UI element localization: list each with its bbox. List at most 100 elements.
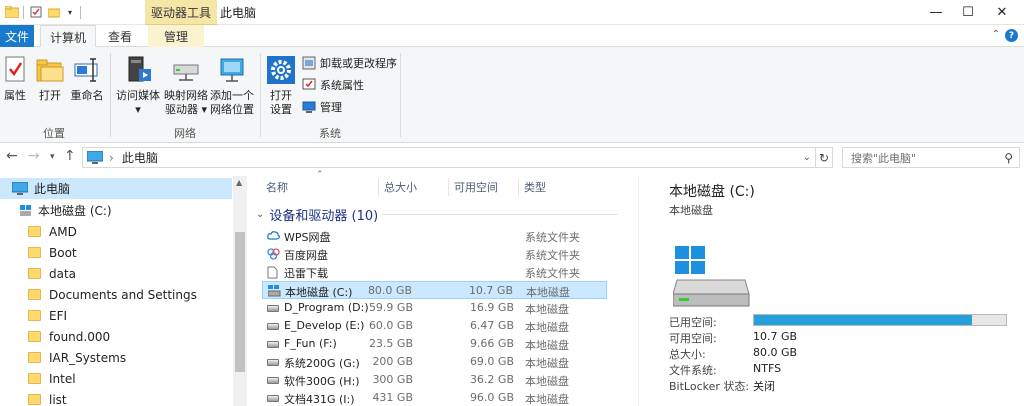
column-header-free[interactable]: 可用空间 (454, 178, 498, 196)
add-network-location-button[interactable]: 添加一个 网络位置 (208, 55, 256, 117)
close-button[interactable]: ✕ (980, 0, 1024, 25)
back-arrow-icon[interactable]: ← (6, 148, 18, 164)
tree-item-label: 此电脑 (34, 182, 71, 196)
list-item[interactable]: D_Program (D:) 59.9 GB 16.9 GB 本地磁盘 (262, 299, 607, 317)
navigation-bar: ← → ▾ ↑ › 此电脑 ⌄ ↻ 搜索"此电脑" ⚲ (0, 145, 1024, 169)
computer-manage-icon (302, 100, 316, 114)
column-separator[interactable] (448, 178, 449, 196)
tree-item-label: Documents and Settings (49, 287, 197, 302)
tree-item-drive-c[interactable]: 本地磁盘 (C:) (0, 200, 232, 221)
forward-arrow-icon[interactable]: → (28, 148, 40, 164)
list-item[interactable]: E_Develop (E:) 60.0 GB 6.47 GB 本地磁盘 (262, 317, 607, 335)
column-separator[interactable] (518, 178, 519, 196)
item-total: 300 GB (372, 373, 413, 386)
pc-icon (87, 151, 103, 164)
folder-icon (28, 373, 41, 384)
drive-tools-context-tab: 驱动器工具 (145, 0, 218, 25)
tree-item-folder[interactable]: IAR_Systems (0, 347, 232, 368)
chevron-up-icon[interactable]: ⌃ (992, 29, 1000, 40)
add-location-label-1: 添加一个 (210, 89, 254, 102)
column-separator[interactable] (378, 178, 379, 196)
search-input[interactable]: 搜索"此电脑" ⚲ (842, 147, 1020, 168)
drive-icon (267, 359, 279, 366)
tree-item-folder[interactable]: EFI (0, 305, 232, 326)
scrollbar-thumb[interactable] (235, 232, 245, 372)
title-bar: ▾ 驱动器工具 此电脑 — ☐ ✕ (0, 0, 1024, 25)
tree-item-label: EFI (49, 308, 68, 323)
recent-locations-chevron-icon[interactable]: ▾ (50, 152, 55, 162)
item-name: 迅雷下载 (284, 267, 328, 280)
list-item[interactable]: 软件300G (H:) 300 GB 36.2 GB 本地磁盘 (262, 371, 607, 389)
properties-icon (0, 55, 30, 85)
tree-item-folder[interactable]: found.000 (0, 326, 232, 347)
details-title: 本地磁盘 (C:) (669, 184, 755, 200)
scroll-up-icon[interactable]: ▲ (236, 178, 242, 187)
tree-item-this-pc[interactable]: 此电脑 (0, 178, 232, 199)
access-media-button[interactable]: 访问媒体 ▾ (116, 55, 160, 117)
chevron-down-icon[interactable]: ⌄ (256, 209, 264, 220)
tree-item-label: list (49, 392, 67, 406)
address-bar[interactable]: › 此电脑 ⌄ (82, 147, 816, 168)
tab-manage[interactable]: 管理 (148, 25, 204, 47)
document-icon (267, 266, 279, 279)
explorer-app-icon[interactable] (4, 4, 20, 20)
tree-item-folder[interactable]: list (0, 389, 232, 406)
tab-view[interactable]: 查看 (100, 25, 140, 47)
address-dropdown-icon[interactable]: ⌄ (803, 152, 811, 163)
up-arrow-icon[interactable]: ↑ (64, 148, 76, 164)
breadcrumb-this-pc[interactable]: 此电脑 (122, 149, 158, 166)
list-item[interactable]: 系统200G (G:) 200 GB 69.0 GB 本地磁盘 (262, 353, 607, 371)
search-icon[interactable]: ⚲ (1004, 151, 1013, 165)
pc-icon (12, 182, 28, 195)
tab-computer[interactable]: 计算机 (40, 25, 96, 48)
customize-quick-access-icon[interactable]: ▾ (62, 4, 78, 20)
tree-item-folder[interactable]: AMD (0, 221, 232, 242)
drive-icon (267, 323, 279, 330)
item-name: 本地磁盘 (C:) (285, 286, 353, 299)
group-separator (400, 53, 401, 137)
tab-file[interactable]: 文件 (0, 25, 34, 47)
list-item[interactable]: 迅雷下载 系统文件夹 (262, 263, 607, 281)
add-location-label-2: 网络位置 (210, 103, 254, 116)
refresh-icon[interactable]: ↻ (815, 147, 833, 168)
tree-item-label: Boot (49, 245, 77, 260)
uninstall-programs-button[interactable]: 卸载或更改程序 (302, 54, 397, 72)
new-folder-quick-icon[interactable] (46, 4, 62, 20)
item-name: 百度网盘 (284, 249, 328, 262)
open-settings-button[interactable]: 打开 设置 (266, 55, 296, 117)
column-header-total[interactable]: 总大小 (384, 178, 417, 196)
tree-item-folder[interactable]: data (0, 263, 232, 284)
list-item[interactable]: F_Fun (F:) 23.5 GB 9.66 GB 本地磁盘 (262, 335, 607, 353)
tree-item-folder[interactable]: Boot (0, 242, 232, 263)
list-item-selected[interactable]: 本地磁盘 (C:) 80.0 GB 10.7 GB 本地磁盘 (262, 281, 607, 299)
item-type: 本地磁盘 (525, 321, 569, 334)
tree-item-folder[interactable]: Intel (0, 368, 232, 389)
column-header-type[interactable]: 类型 (524, 178, 546, 196)
help-icon[interactable]: ? (1005, 29, 1018, 42)
properties-quick-icon[interactable] (28, 4, 44, 20)
qa-separator (23, 6, 24, 19)
ribbon-tabs: 文件 计算机 查看 管理 ⌃ ? (0, 25, 1024, 48)
folder-icon (28, 352, 41, 363)
system-properties-button[interactable]: 系统属性 (302, 76, 364, 94)
nav-scrollbar[interactable]: ▲ (233, 176, 247, 406)
open-folder-icon (35, 55, 65, 85)
media-server-icon (123, 55, 153, 85)
tree-item-folder[interactable]: Documents and Settings (0, 284, 232, 305)
group-header[interactable]: ⌄ 设备和驱动器 (10) (256, 204, 378, 224)
item-type: 本地磁盘 (526, 286, 570, 299)
folder-icon (28, 331, 41, 342)
folder-icon (28, 289, 41, 300)
list-item[interactable]: WPS网盘 系统文件夹 (262, 227, 607, 245)
gear-icon (266, 55, 296, 85)
drive-icon (267, 395, 279, 402)
open-button[interactable]: 打开 (36, 55, 64, 103)
tree-item-label: IAR_Systems (49, 350, 127, 365)
properties-button[interactable]: 属性 (2, 55, 28, 103)
manage-button[interactable]: 管理 (302, 98, 342, 116)
rename-button[interactable]: 重命名 (70, 55, 104, 103)
list-item[interactable]: 文档431G (I:) 431 GB 96.0 GB 本地磁盘 (262, 389, 607, 406)
map-network-drive-button[interactable]: 映射网络 驱动器 ▾ (162, 55, 210, 117)
list-item[interactable]: 百度网盘 系统文件夹 (262, 245, 607, 263)
column-header-name[interactable]: 名称 (266, 178, 288, 196)
